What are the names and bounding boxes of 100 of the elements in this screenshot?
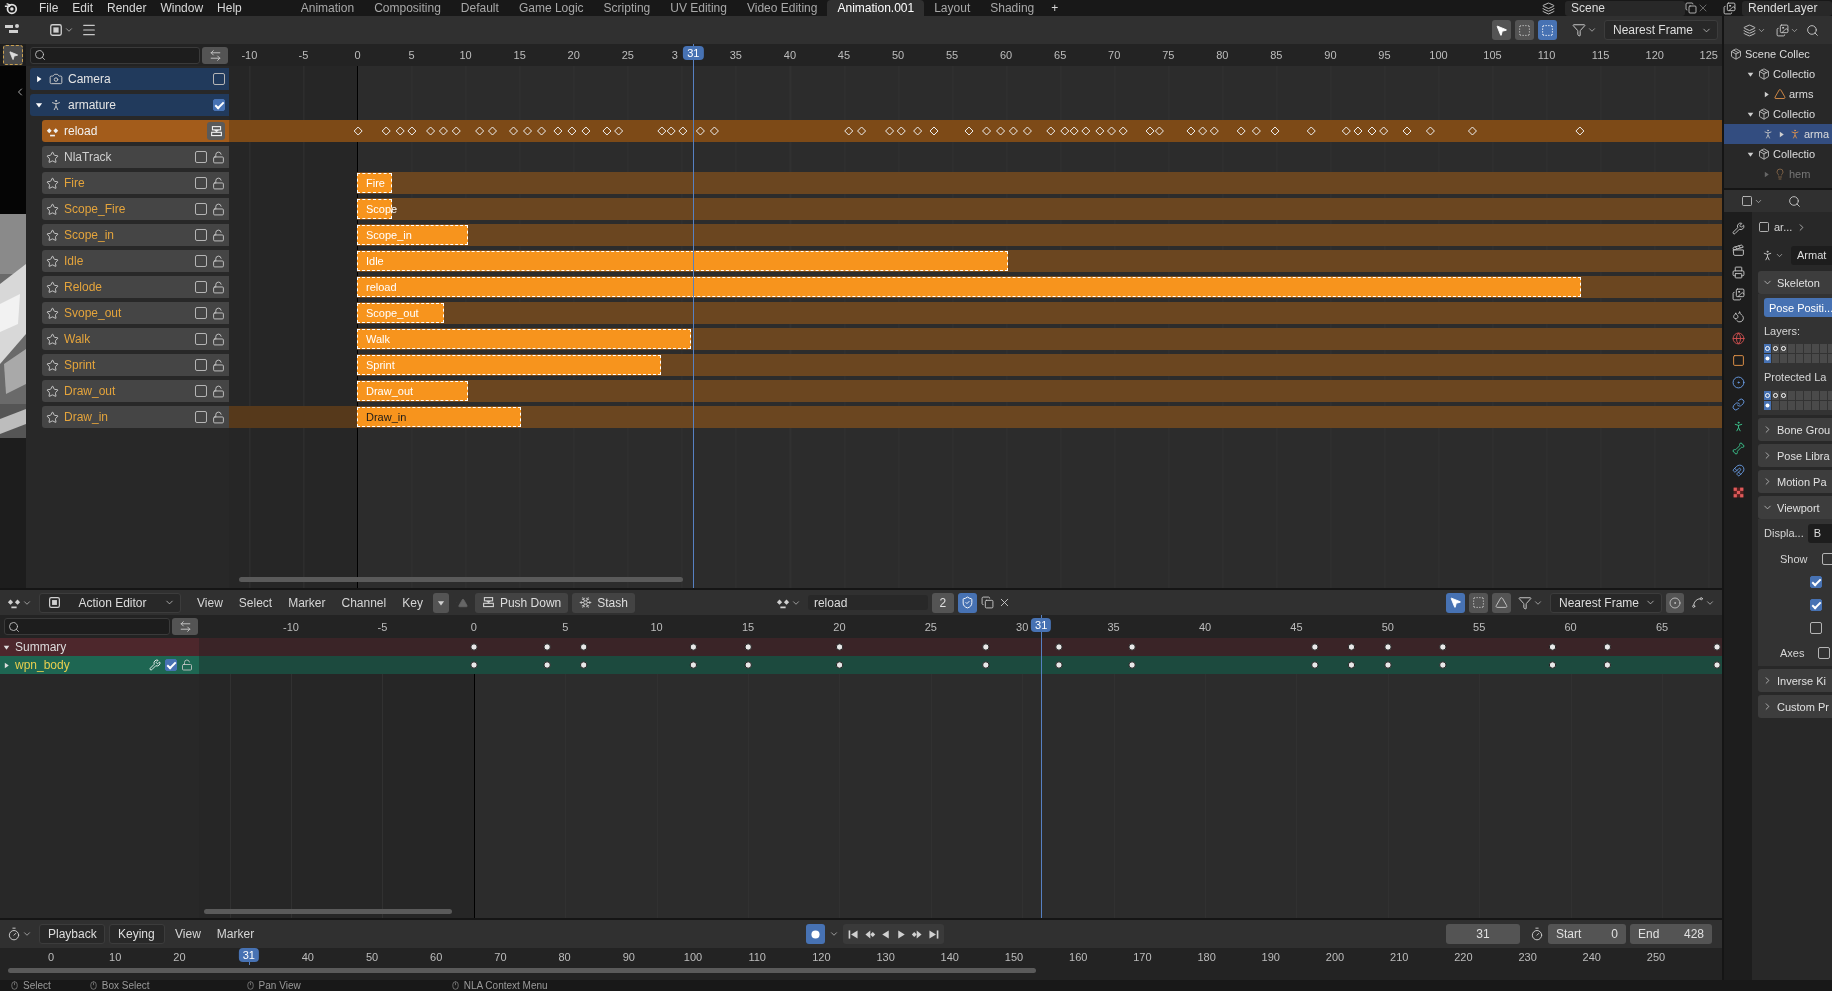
current-frame-field[interactable]: 31 <box>1446 924 1520 944</box>
action-name-field[interactable]: reload <box>807 595 928 610</box>
workspace-tab[interactable]: Animation <box>290 0 365 16</box>
menu-item[interactable]: Key <box>396 595 429 610</box>
select-box-tool[interactable] <box>3 45 23 65</box>
current-frame-indicator[interactable]: 31 <box>238 948 259 962</box>
checkbox[interactable] <box>195 281 207 293</box>
start-frame-field[interactable]: Start 0 <box>1548 924 1626 944</box>
checkbox[interactable] <box>213 99 225 111</box>
menu-icon[interactable] <box>81 22 97 38</box>
target-icon[interactable] <box>1731 376 1745 389</box>
checkbox[interactable] <box>213 73 225 85</box>
search-field[interactable] <box>30 46 200 64</box>
workspace-tab[interactable]: Shading <box>980 0 1045 16</box>
action-strip[interactable]: Draw_in <box>357 407 521 427</box>
workspace-tab[interactable]: Default <box>450 0 509 16</box>
lock-icon[interactable] <box>212 280 225 294</box>
menu-dropdown[interactable]: Playback <box>39 924 105 944</box>
track-channel[interactable]: Relode <box>42 276 229 298</box>
lock-icon[interactable] <box>212 150 225 164</box>
checkbox[interactable] <box>195 385 207 397</box>
square-icon[interactable] <box>1731 354 1745 367</box>
menu-item[interactable]: Select <box>232 595 279 610</box>
box-select-button[interactable] <box>1515 20 1534 40</box>
expand-arrow-icon[interactable] <box>2 660 11 670</box>
expand-arrow-icon[interactable] <box>34 100 44 110</box>
link-icon[interactable] <box>1731 398 1745 411</box>
menu-item[interactable]: Marker <box>282 595 332 610</box>
scene-field[interactable]: Scene <box>1565 0 1685 16</box>
fake-user-button[interactable] <box>957 592 977 613</box>
lock-icon[interactable] <box>212 176 225 190</box>
lock-icon[interactable] <box>212 384 225 398</box>
panel-header[interactable]: Skeleton <box>1758 271 1832 294</box>
checkbox[interactable] <box>1810 598 1822 611</box>
outliner-row[interactable]: Collectio <box>1724 104 1832 124</box>
checkbox[interactable] <box>195 151 207 163</box>
checkbox[interactable] <box>195 359 207 371</box>
group-channel[interactable]: wpn_body <box>0 656 199 674</box>
end-frame-field[interactable]: End 428 <box>1630 924 1712 944</box>
lock-icon[interactable] <box>212 254 225 268</box>
workspace-tab[interactable]: Layout <box>924 0 981 16</box>
menu-item[interactable]: Channel <box>335 595 393 610</box>
track-channel[interactable]: NlaTrack <box>42 146 229 168</box>
stash-button[interactable]: Stash <box>572 592 635 613</box>
workspace-tab[interactable]: Scripting <box>593 0 661 16</box>
track-channel[interactable]: Draw_in <box>42 406 229 428</box>
outliner-row[interactable]: Collectio <box>1724 144 1832 164</box>
checkbox[interactable] <box>195 307 207 319</box>
printer-icon[interactable] <box>1731 266 1745 279</box>
mode-dropdown[interactable]: Action Editor <box>39 592 181 613</box>
panel-header[interactable]: Pose Libra <box>1758 444 1832 467</box>
layer-down-button[interactable] <box>432 592 449 613</box>
track-channel[interactable]: Sprint <box>42 354 229 376</box>
panel-header[interactable]: Inverse Ki <box>1758 669 1832 692</box>
search-field[interactable] <box>4 618 170 635</box>
workspace-tab[interactable]: Animation.001 <box>827 0 925 16</box>
checkbox[interactable] <box>195 203 207 215</box>
swap-button[interactable] <box>172 618 198 635</box>
track-channel[interactable]: Draw_out <box>42 380 229 402</box>
track-channel[interactable]: Scope_Fire <box>42 198 229 220</box>
push-down-button[interactable] <box>207 122 225 140</box>
add-workspace-button[interactable]: + <box>1044 0 1066 16</box>
copy-icon[interactable] <box>1685 2 1697 14</box>
workspace-tab[interactable]: UV Editing <box>660 0 737 16</box>
chevron-down-icon[interactable] <box>829 929 840 939</box>
workspace-tab[interactable]: Game Logic <box>508 0 594 16</box>
menu-item[interactable]: Help <box>210 0 249 16</box>
scrollbar[interactable] <box>239 577 683 582</box>
auto-keying-button[interactable] <box>806 924 826 944</box>
expand-arrow-icon[interactable] <box>1777 129 1786 139</box>
expand-arrow-icon[interactable] <box>1762 89 1771 99</box>
jump-end-icon[interactable] <box>927 927 941 941</box>
object-channel[interactable]: Camera <box>30 68 229 90</box>
menu-item[interactable]: Marker <box>210 927 261 941</box>
menu-item[interactable]: Render <box>100 0 154 16</box>
summary-channel[interactable]: Summary <box>0 638 199 656</box>
checkbox[interactable] <box>165 659 177 671</box>
outliner-row[interactable]: arms <box>1724 84 1832 104</box>
checkbox[interactable] <box>1818 646 1831 659</box>
menu-item[interactable]: File <box>32 0 66 16</box>
checkbox[interactable] <box>195 255 207 267</box>
search-icon[interactable] <box>1788 194 1801 208</box>
copy-icon[interactable] <box>980 596 994 609</box>
checkbox[interactable] <box>195 177 207 189</box>
outliner-row[interactable]: Collectio <box>1724 64 1832 84</box>
track-channel[interactable]: Scope_in <box>42 224 229 246</box>
outliner-row[interactable]: Scene Collec <box>1724 44 1832 64</box>
checkbox[interactable] <box>195 229 207 241</box>
search-icon[interactable] <box>1806 23 1819 37</box>
users-count[interactable]: 2 <box>931 592 954 613</box>
workspace-tab[interactable]: Compositing <box>364 0 451 16</box>
lock-icon[interactable] <box>212 306 225 320</box>
menu-item[interactable]: Edit <box>65 0 101 16</box>
bone-constraint-icon[interactable] <box>1731 464 1745 477</box>
close-icon[interactable] <box>1697 2 1709 14</box>
lock-icon[interactable] <box>212 202 225 216</box>
lock-icon[interactable] <box>212 410 225 424</box>
track-channel[interactable]: Fire <box>42 172 229 194</box>
track-channel[interactable]: Idle <box>42 250 229 272</box>
wrench-icon[interactable] <box>1731 222 1745 235</box>
